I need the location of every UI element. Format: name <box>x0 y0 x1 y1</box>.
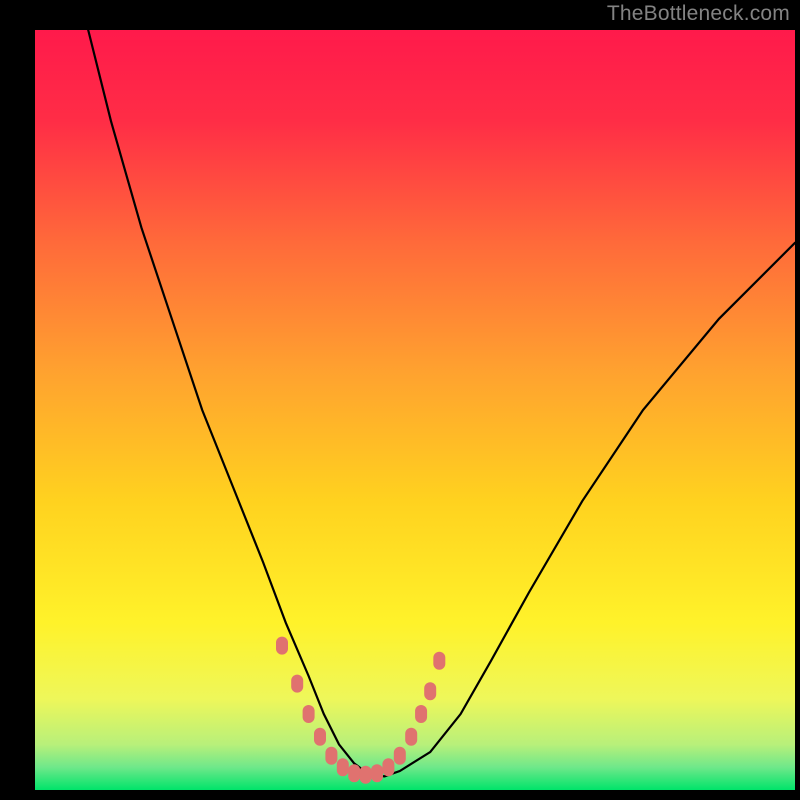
marker-dot <box>337 758 349 776</box>
marker-dot <box>405 728 417 746</box>
marker-dot <box>360 766 372 784</box>
marker-dot <box>314 728 326 746</box>
marker-dot <box>382 758 394 776</box>
marker-dot <box>415 705 427 723</box>
chart-frame: TheBottleneck.com <box>0 0 800 800</box>
marker-dot <box>348 764 360 782</box>
chart-svg <box>35 30 795 790</box>
marker-dot <box>433 652 445 670</box>
marker-dot <box>371 764 383 782</box>
marker-dot <box>303 705 315 723</box>
marker-dot <box>394 747 406 765</box>
chart-plot-area <box>35 30 795 790</box>
marker-dot <box>276 637 288 655</box>
chart-background <box>35 30 795 790</box>
marker-dot <box>424 682 436 700</box>
marker-dot <box>325 747 337 765</box>
watermark-text: TheBottleneck.com <box>607 2 790 26</box>
marker-dot <box>291 675 303 693</box>
